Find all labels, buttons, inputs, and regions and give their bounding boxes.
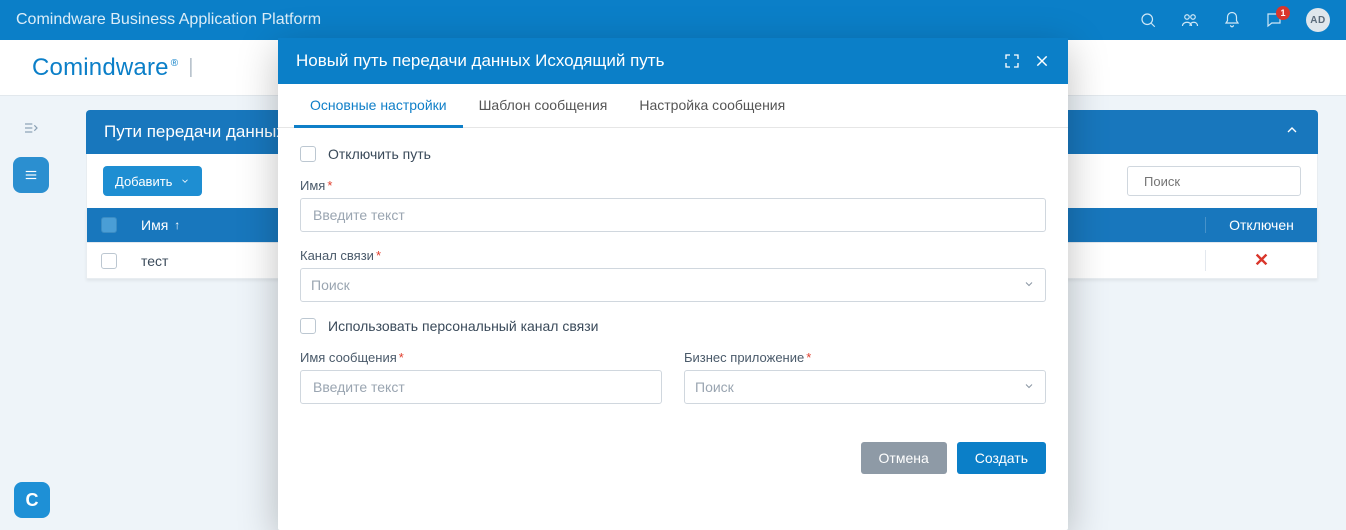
- business-app-select[interactable]: Поиск: [684, 370, 1046, 404]
- field-name: Имя*: [300, 178, 1046, 232]
- chevron-down-icon: [1023, 277, 1035, 293]
- bell-icon[interactable]: [1222, 10, 1242, 30]
- search-input[interactable]: [1142, 173, 1322, 190]
- tab-message-template[interactable]: Шаблон сообщения: [463, 84, 624, 128]
- column-disabled-label: Отключен: [1229, 217, 1294, 233]
- app-title: Comindware Business Application Platform: [16, 11, 321, 29]
- tab-main-settings[interactable]: Основные настройки: [294, 84, 463, 128]
- business-app-label: Бизнес приложение*: [684, 350, 1046, 365]
- modal-body: Отключить путь Имя* Канал связи* Поиск: [278, 128, 1068, 428]
- modal-dialog: Новый путь передачи данных Исходящий пут…: [278, 38, 1068, 530]
- message-name-input[interactable]: [311, 378, 651, 396]
- channel-select[interactable]: Поиск: [300, 268, 1046, 302]
- name-input[interactable]: [311, 206, 1035, 224]
- column-name-label: Имя: [141, 217, 168, 233]
- disable-path-row: Отключить путь: [300, 146, 1046, 162]
- field-channel: Канал связи* Поиск: [300, 248, 1046, 302]
- chat-icon[interactable]: 1: [1264, 10, 1284, 30]
- panel-collapse-icon[interactable]: [1284, 122, 1300, 143]
- name-input-wrap: [300, 198, 1046, 232]
- avatar[interactable]: AD: [1306, 8, 1330, 32]
- column-disabled[interactable]: Отключен: [1205, 217, 1317, 233]
- hamburger-menu-button[interactable]: [13, 157, 49, 193]
- add-button-label: Добавить: [115, 174, 172, 189]
- modal-footer: Отмена Создать: [278, 428, 1068, 492]
- brand-separator: |: [188, 56, 193, 79]
- chevron-down-icon: [180, 174, 190, 189]
- modal-title: Новый путь передачи данных Исходящий пут…: [296, 51, 664, 71]
- people-icon[interactable]: [1180, 10, 1200, 30]
- row-checkbox[interactable]: [87, 253, 131, 269]
- disable-path-checkbox[interactable]: [300, 146, 316, 162]
- modal-tabs: Основные настройки Шаблон сообщения Наст…: [278, 84, 1068, 128]
- left-rail: C: [0, 96, 62, 530]
- personal-channel-checkbox[interactable]: [300, 318, 316, 334]
- field-business-app: Бизнес приложение* Поиск: [684, 350, 1046, 404]
- personal-channel-row: Использовать персональный канал связи: [300, 318, 1046, 334]
- business-app-placeholder: Поиск: [695, 379, 734, 395]
- chevron-down-icon: [1023, 379, 1035, 395]
- cancel-button[interactable]: Отмена: [861, 442, 947, 474]
- app-logo: Comindware®: [32, 54, 178, 82]
- tab-message-config[interactable]: Настройка сообщения: [623, 84, 801, 128]
- app-header: Comindware Business Application Platform…: [0, 0, 1346, 40]
- sort-asc-icon: ↑: [174, 218, 180, 232]
- collapse-rail-icon[interactable]: [21, 120, 41, 139]
- add-button[interactable]: Добавить: [103, 166, 202, 196]
- panel-title: Пути передачи данных: [104, 122, 285, 142]
- name-label: Имя*: [300, 178, 1046, 193]
- channel-placeholder: Поиск: [311, 277, 350, 293]
- logo-reg: ®: [171, 58, 179, 69]
- personal-channel-label: Использовать персональный канал связи: [328, 318, 598, 334]
- disable-path-label: Отключить путь: [328, 146, 431, 162]
- modal-header: Новый путь передачи данных Исходящий пут…: [278, 38, 1068, 84]
- search-icon[interactable]: [1138, 10, 1158, 30]
- app-chip-icon[interactable]: C: [14, 482, 50, 518]
- notification-badge: 1: [1276, 6, 1290, 20]
- x-icon: ✕: [1254, 250, 1269, 271]
- expand-icon[interactable]: [1004, 53, 1020, 69]
- panel-search[interactable]: [1127, 166, 1301, 196]
- channel-label: Канал связи*: [300, 248, 1046, 263]
- row-disabled-cell: ✕: [1205, 250, 1317, 271]
- message-name-input-wrap: [300, 370, 662, 404]
- header-checkbox[interactable]: [87, 217, 131, 233]
- message-name-label: Имя сообщения*: [300, 350, 662, 365]
- create-button[interactable]: Создать: [957, 442, 1046, 474]
- logo-text: Comindware: [32, 54, 169, 81]
- field-message-name: Имя сообщения*: [300, 350, 662, 404]
- close-icon[interactable]: [1034, 53, 1050, 69]
